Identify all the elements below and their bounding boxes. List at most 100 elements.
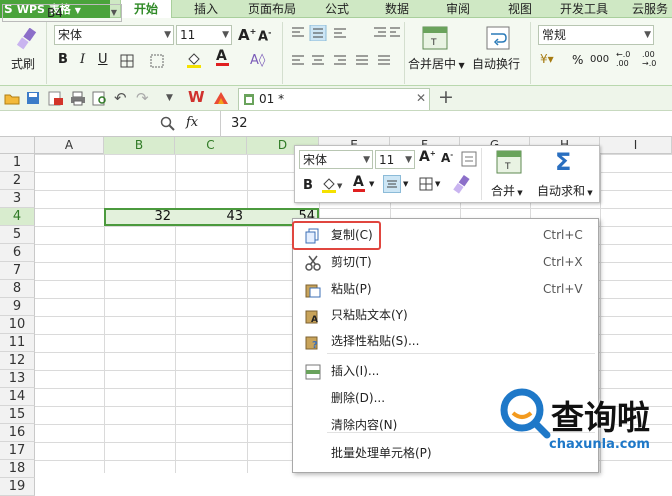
cell-c4[interactable]: 43 — [175, 208, 247, 226]
format-painter-button[interactable]: 式刷 — [3, 22, 43, 82]
font-size-value: 11 — [180, 28, 196, 42]
column-header-a[interactable]: A — [35, 137, 104, 154]
tab-home[interactable]: 开始 — [120, 0, 172, 18]
insert-function-button[interactable]: fx — [186, 115, 198, 130]
cell-style-icon[interactable] — [150, 54, 164, 68]
row-header-7[interactable]: 7 — [0, 262, 35, 280]
row-header-9[interactable]: 9 — [0, 298, 35, 316]
shrink-font-icon[interactable]: A- — [258, 28, 271, 44]
mini-fill-color-icon[interactable]: ▼ — [321, 176, 343, 194]
row-header-2[interactable]: 2 — [0, 172, 35, 190]
row-header-8[interactable]: 8 — [0, 280, 35, 298]
alignment-top-icons[interactable] — [290, 25, 400, 41]
tab-formulas[interactable]: 公式 — [325, 0, 349, 18]
format-cells-icon[interactable] — [461, 151, 477, 167]
font-size-select[interactable]: 11 ▼ — [176, 25, 232, 45]
mini-merge-button[interactable]: T 合并 ▼ — [487, 148, 531, 202]
row-header-12[interactable]: 12 — [0, 352, 35, 370]
name-box[interactable]: B4 ▼ — [2, 4, 122, 22]
row-header-3[interactable]: 3 — [0, 190, 35, 208]
mini-font-name-select[interactable]: 宋体 ▼ — [299, 150, 373, 169]
export-pdf-icon[interactable] — [48, 91, 64, 106]
mini-border-icon[interactable] — [419, 177, 433, 191]
merge-center-button[interactable]: T 合并居中 ▼ — [406, 22, 466, 84]
row-header-13[interactable]: 13 — [0, 370, 35, 388]
svg-text:T: T — [504, 162, 511, 172]
decrease-decimal-icon[interactable]: .00 →.0 — [642, 50, 656, 68]
save-icon[interactable] — [26, 91, 40, 105]
wrap-text-label: 自动换行 — [472, 57, 521, 71]
italic-icon[interactable]: I — [80, 52, 85, 67]
new-tab-icon[interactable]: + — [438, 86, 454, 108]
row-header-16[interactable]: 16 — [0, 424, 35, 442]
menu-item-cut[interactable]: 剪切(T) Ctrl+X — [293, 249, 598, 275]
column-header-b[interactable]: B — [104, 137, 175, 154]
zoom-icon[interactable] — [160, 116, 176, 132]
chevron-down-icon: ▼ — [110, 8, 117, 17]
wrap-text-button[interactable]: 自动换行 — [470, 22, 526, 84]
mini-format-painter-icon[interactable] — [453, 175, 471, 195]
row-header-15[interactable]: 15 — [0, 406, 35, 424]
mini-align-center-icon[interactable] — [383, 175, 401, 193]
document-tab[interactable]: 01 * ✕ — [238, 88, 430, 110]
menu-item-paste[interactable]: 粘贴(P) Ctrl+V — [293, 276, 598, 302]
percent-button[interactable]: % — [572, 53, 583, 67]
underline-icon[interactable]: U — [98, 52, 108, 67]
tab-insert[interactable]: 插入 — [194, 0, 218, 18]
row-header-11[interactable]: 11 — [0, 334, 35, 352]
row-header-17[interactable]: 17 — [0, 442, 35, 460]
thousands-button[interactable]: 000 — [590, 54, 609, 65]
open-folder-icon[interactable] — [4, 92, 20, 105]
cell-b4[interactable]: 32 — [104, 208, 175, 226]
docer-icon[interactable] — [212, 90, 230, 106]
row-header-4[interactable]: 4 — [0, 208, 35, 226]
print-icon[interactable] — [70, 91, 86, 106]
shrink-font-icon[interactable]: A- — [441, 151, 453, 165]
tab-review[interactable]: 审阅 — [446, 0, 470, 18]
tab-cloud[interactable]: 云服务 — [632, 0, 668, 18]
undo-icon[interactable]: ↶ — [114, 89, 127, 107]
row-header-6[interactable]: 6 — [0, 244, 35, 262]
font-name-value: 宋体 — [58, 28, 83, 42]
font-name-select[interactable]: 宋体 ▼ — [54, 25, 174, 45]
mini-font-color-icon[interactable]: A — [353, 175, 365, 192]
border-icon[interactable] — [120, 54, 134, 68]
redo-icon[interactable]: ↷ — [136, 89, 149, 107]
print-preview-icon[interactable] — [92, 91, 108, 106]
customize-quick-access-icon[interactable]: ▼ — [166, 93, 173, 103]
row-header-5[interactable]: 5 — [0, 226, 35, 244]
bold-icon[interactable]: B — [58, 52, 68, 67]
alignment-bottom-icons[interactable] — [290, 54, 402, 68]
watermark-text: 查询啦 — [551, 398, 650, 437]
row-header-19[interactable]: 19 — [0, 478, 35, 496]
select-all-corner[interactable] — [0, 137, 35, 154]
menu-item-paste-text[interactable]: A 只粘贴文本(Y) — [293, 302, 598, 328]
close-icon[interactable]: ✕ — [416, 91, 426, 105]
increase-decimal-icon[interactable]: ←.0.00 — [616, 50, 630, 68]
tab-developer[interactable]: 开发工具 — [560, 0, 608, 18]
mini-toolbar: 宋体 ▼ 11 ▼ A+ A- B ▼ A ▼ ▼ ▼ T 合并 ▼ Σ 自动求… — [294, 145, 600, 203]
row-header-10[interactable]: 10 — [0, 316, 35, 334]
menu-item-shortcut: Ctrl+C — [543, 228, 583, 242]
mini-bold-icon[interactable]: B — [303, 178, 313, 193]
row-header-1[interactable]: 1 — [0, 154, 35, 172]
menu-item-paste-special[interactable]: ? 选择性粘贴(S)... — [293, 328, 598, 354]
tab-data[interactable]: 数据 — [385, 0, 409, 18]
grow-font-icon[interactable]: A+ — [419, 149, 436, 165]
mini-autosum-button[interactable]: Σ 自动求和 ▼ — [533, 148, 599, 202]
row-header-14[interactable]: 14 — [0, 388, 35, 406]
column-header-c[interactable]: C — [175, 137, 247, 154]
number-format-select[interactable]: 常规 ▼ — [538, 25, 654, 45]
watermark: 查询啦 chaxunla.com — [493, 375, 672, 473]
formula-input[interactable]: 32 — [220, 111, 672, 137]
fill-color-icon[interactable] — [186, 51, 202, 69]
tab-page-layout[interactable]: 页面布局 — [248, 0, 296, 18]
clear-format-icon[interactable]: A◊ — [250, 53, 265, 68]
column-header-i[interactable]: I — [600, 137, 672, 154]
row-header-18[interactable]: 18 — [0, 460, 35, 478]
grow-font-icon[interactable]: A+ — [238, 26, 256, 44]
tab-view[interactable]: 视图 — [508, 0, 532, 18]
font-color-icon[interactable]: A — [216, 49, 229, 66]
currency-icon[interactable]: ¥▾ — [540, 52, 554, 66]
mini-font-size-select[interactable]: 11 ▼ — [375, 150, 415, 169]
